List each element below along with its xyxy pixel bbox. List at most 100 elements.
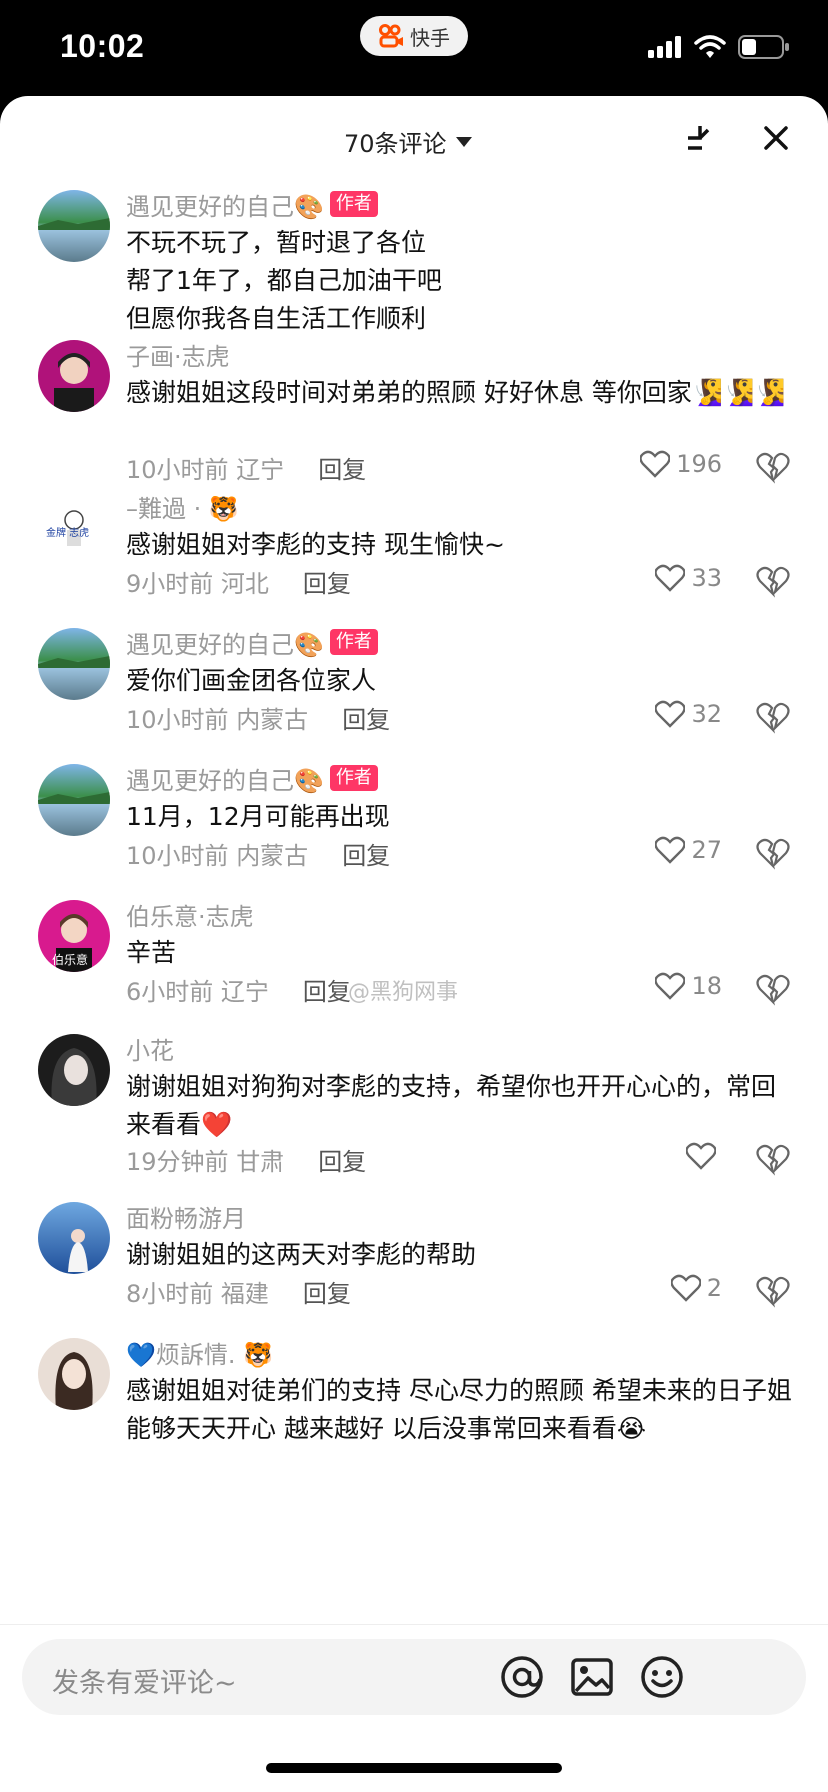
list-item: 伯乐意 伯乐意·志虎 辛苦 6小时前 辽宁 回复 18 [0, 896, 828, 1030]
comment-username[interactable]: 面粉畅游月 [126, 1198, 246, 1234]
reply-button[interactable]: 回复 [303, 972, 351, 1007]
comment-time-location: 10小时前 辽宁 [126, 456, 285, 484]
comment-text: 谢谢姐姐对狗狗对李彪的支持，希望你也开开心心的，常回来看看❤️ [126, 1072, 777, 1139]
avatar[interactable] [38, 340, 110, 412]
comment-time-location: 19分钟前 甘肃 [126, 1148, 285, 1176]
broken-heart-icon[interactable] [756, 1274, 790, 1308]
reply-button[interactable]: 回复 [303, 564, 351, 599]
username-text: –難過 · 🐯 [126, 494, 239, 523]
avatar[interactable] [38, 1202, 110, 1274]
author-badge: 作者 [329, 765, 378, 791]
reply-button[interactable]: 回复 [342, 700, 390, 735]
avatar[interactable] [38, 190, 110, 262]
list-item: 遇见更好的自己🎨 作者 不玩不玩了，暂时退了各位 帮了1年了，都自己加油干吧 但… [0, 186, 828, 336]
heart-icon [670, 1274, 701, 1302]
emoji-icon[interactable] [638, 1653, 686, 1701]
like-count: 32 [691, 700, 722, 728]
svg-text:伯乐意: 伯乐意 [52, 952, 88, 967]
like-button[interactable]: 18 [655, 972, 722, 1000]
like-count: 27 [691, 836, 722, 864]
comment-text: 谢谢姐姐的这两天对李彪的帮助 [126, 1240, 477, 1269]
comment-text: 感谢姐姐这段时间对弟弟的照顾 好好休息 等你回家🧏‍♀️🧏‍♀️🧏‍♀️ [126, 378, 786, 407]
comment-list[interactable]: 遇见更好的自己🎨 作者 不玩不玩了，暂时退了各位 帮了1年了，都自己加油干吧 但… [0, 186, 828, 1620]
username-text: 遇见更好的自己🎨 [126, 766, 324, 795]
username-text: 💙烦訴情. 🐯 [126, 1340, 274, 1369]
avatar[interactable]: 金牌 志虎 [38, 492, 110, 564]
comment-username[interactable]: 子画·志虎 [126, 336, 230, 372]
cellular-signal-icon [648, 36, 681, 58]
heart-icon [655, 564, 686, 592]
broken-heart-icon[interactable] [756, 450, 790, 484]
comment-username[interactable]: 小花 [126, 1030, 174, 1066]
username-text: 子画·志虎 [126, 342, 230, 371]
comment-username[interactable]: 遇见更好的自己🎨 作者 [126, 760, 378, 796]
like-count: 196 [676, 450, 722, 478]
comment-input[interactable]: 发条有爱评论~ [22, 1639, 806, 1715]
avatar[interactable] [38, 1338, 110, 1410]
reply-button[interactable]: 回复 [303, 1274, 351, 1309]
comment-input-placeholder: 发条有爱评论~ [52, 1668, 237, 1699]
avatar[interactable]: 伯乐意 [38, 900, 110, 972]
list-item: 子画·志虎 感谢姐姐这段时间对弟弟的照顾 好好休息 等你回家🧏‍♀️🧏‍♀️🧏‍… [0, 336, 828, 488]
list-item: 金牌 志虎 –難過 · 🐯 感谢姐姐对李彪的支持 现生愉快~ 9小时前 河北 回… [0, 488, 828, 624]
app-name: 快手 [410, 25, 450, 50]
comment-meta: 10小时前 内蒙古 回复 [126, 836, 390, 871]
avatar[interactable] [38, 628, 110, 700]
like-button[interactable]: 32 [655, 700, 722, 728]
broken-heart-icon[interactable] [756, 700, 790, 734]
comment-username[interactable]: 💙烦訴情. 🐯 [126, 1334, 273, 1370]
broken-heart-icon[interactable] [756, 836, 790, 870]
comment-meta: 6小时前 辽宁 回复 [126, 972, 351, 1007]
comment-input-bar: 发条有爱评论~ [0, 1624, 828, 1792]
close-icon[interactable] [756, 118, 796, 158]
wifi-icon [694, 35, 726, 58]
at-icon[interactable] [498, 1653, 546, 1701]
list-item: 遇见更好的自己🎨 作者 爱你们画金团各位家人 10小时前 内蒙古 回复 32 [0, 624, 828, 760]
reply-button[interactable]: 回复 [318, 1142, 366, 1177]
like-button[interactable]: 2 [670, 1274, 722, 1302]
status-bar: 10:02 快手 [0, 0, 828, 100]
avatar[interactable] [38, 1034, 110, 1106]
comment-text: 辛苦 [126, 938, 177, 967]
like-button[interactable]: 33 [655, 564, 722, 592]
comment-count-toggle[interactable]: 70条评论 [344, 124, 473, 159]
list-item: 💙烦訴情. 🐯 感谢姐姐对徒弟们的支持 尽心尽力的照顾 希望未来的日子姐能够天天… [0, 1334, 828, 1454]
comment-time-location: 10小时前 内蒙古 [126, 842, 309, 870]
comment-text: 爱你们画金团各位家人 [126, 666, 377, 695]
reply-button[interactable]: 回复 [318, 450, 366, 485]
image-icon[interactable] [568, 1653, 616, 1701]
broken-heart-icon[interactable] [756, 1142, 790, 1176]
author-badge: 作者 [329, 191, 378, 217]
reply-button[interactable]: 回复 [342, 836, 390, 871]
list-item: 面粉畅游月 谢谢姐姐的这两天对李彪的帮助 8小时前 福建 回复 2 [0, 1198, 828, 1334]
watermark: @黑狗网事 [348, 980, 459, 1005]
battery-icon [738, 35, 789, 59]
comment-username[interactable]: 伯乐意·志虎 [126, 896, 254, 932]
back-to-app-pill[interactable]: 快手 [360, 16, 468, 56]
like-button[interactable] [686, 1142, 722, 1170]
kuaishou-logo-icon [379, 24, 403, 48]
author-badge: 作者 [329, 629, 378, 655]
list-item: 小花 谢谢姐姐对狗狗对李彪的支持，希望你也开开心心的，常回来看看❤️ 19分钟前… [0, 1030, 828, 1198]
heart-icon [655, 700, 686, 728]
list-item: 遇见更好的自己🎨 作者 11月，12月可能再出现 10小时前 内蒙古 回复 27 [0, 760, 828, 896]
avatar[interactable] [38, 764, 110, 836]
comment-username[interactable]: –難過 · 🐯 [126, 488, 239, 524]
like-button[interactable]: 27 [655, 836, 722, 864]
comment-text: 感谢姐姐对李彪的支持 现生愉快~ [126, 530, 505, 559]
comment-time-location: 8小时前 福建 [126, 1280, 269, 1308]
like-count: 18 [691, 972, 722, 1000]
home-indicator [266, 1763, 562, 1773]
heart-icon [655, 836, 686, 864]
heart-icon [655, 972, 686, 1000]
username-text: 小花 [126, 1036, 174, 1065]
like-button[interactable]: 196 [640, 450, 722, 478]
broken-heart-icon[interactable] [756, 972, 790, 1006]
heart-icon [640, 450, 671, 478]
comment-username[interactable]: 遇见更好的自己🎨 作者 [126, 186, 378, 222]
comment-username[interactable]: 遇见更好的自己🎨 作者 [126, 624, 378, 660]
comment-meta: 19分钟前 甘肃 回复 [126, 1142, 366, 1177]
like-count: 2 [706, 1274, 722, 1302]
collapse-icon[interactable] [680, 118, 720, 158]
broken-heart-icon[interactable] [756, 564, 790, 598]
